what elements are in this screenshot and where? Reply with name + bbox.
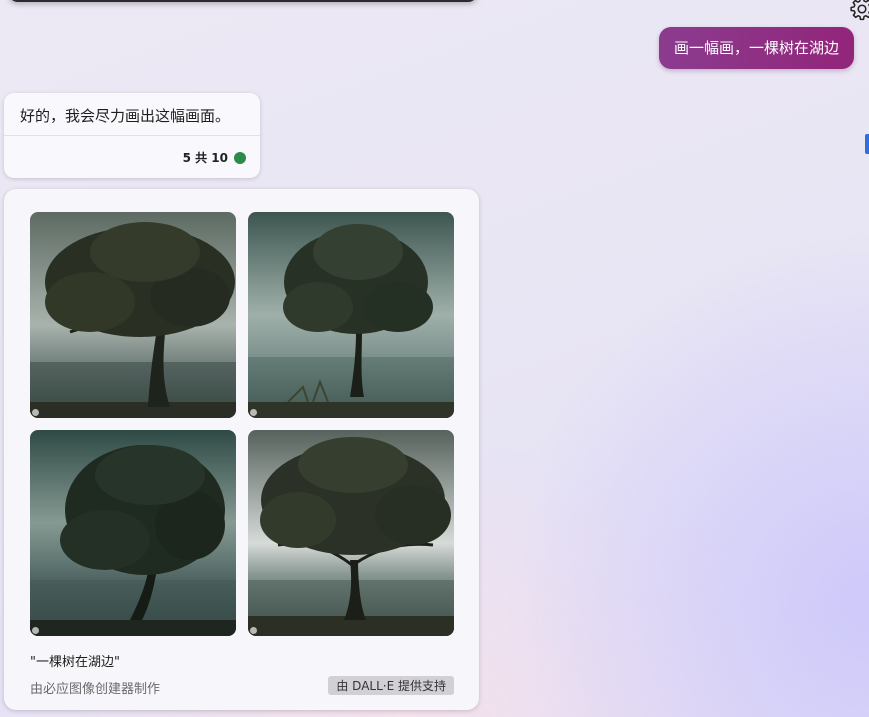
bot-message-text: 好的，我会尽力画出这幅画面。: [20, 107, 231, 125]
dalle-badge[interactable]: 由 DALL·E 提供支持: [328, 676, 454, 695]
status-dot-icon: [234, 151, 246, 164]
settings-gear-icon[interactable]: [849, 0, 869, 22]
image-marker-icon: [32, 409, 39, 416]
generated-image-4[interactable]: [248, 430, 454, 636]
turn-counter: 5 共 10: [183, 149, 246, 166]
image-marker-icon: [32, 627, 39, 634]
user-message-bubble: 画一幅画，一棵树在湖边: [658, 27, 854, 69]
image-marker-icon: [250, 409, 257, 416]
image-creator-credit[interactable]: 由必应图像创建器制作: [30, 678, 160, 697]
image-marker-icon: [250, 627, 257, 634]
image-result-card: "一棵树在湖边" 由必应图像创建器制作 由 DALL·E 提供支持: [4, 189, 479, 710]
generated-image-1[interactable]: [30, 212, 236, 418]
generated-image-3[interactable]: [30, 430, 236, 636]
bot-message-bubble: 好的，我会尽力画出这幅画面。 5 共 10: [4, 93, 260, 178]
generated-image-2[interactable]: [248, 212, 454, 418]
side-panel-tab[interactable]: [865, 134, 869, 154]
bot-message-divider: [4, 135, 260, 136]
image-caption: "一棵树在湖边": [30, 655, 120, 670]
top-panel-edge: [8, 0, 478, 2]
turn-counter-text: 5 共 10: [182, 151, 228, 165]
